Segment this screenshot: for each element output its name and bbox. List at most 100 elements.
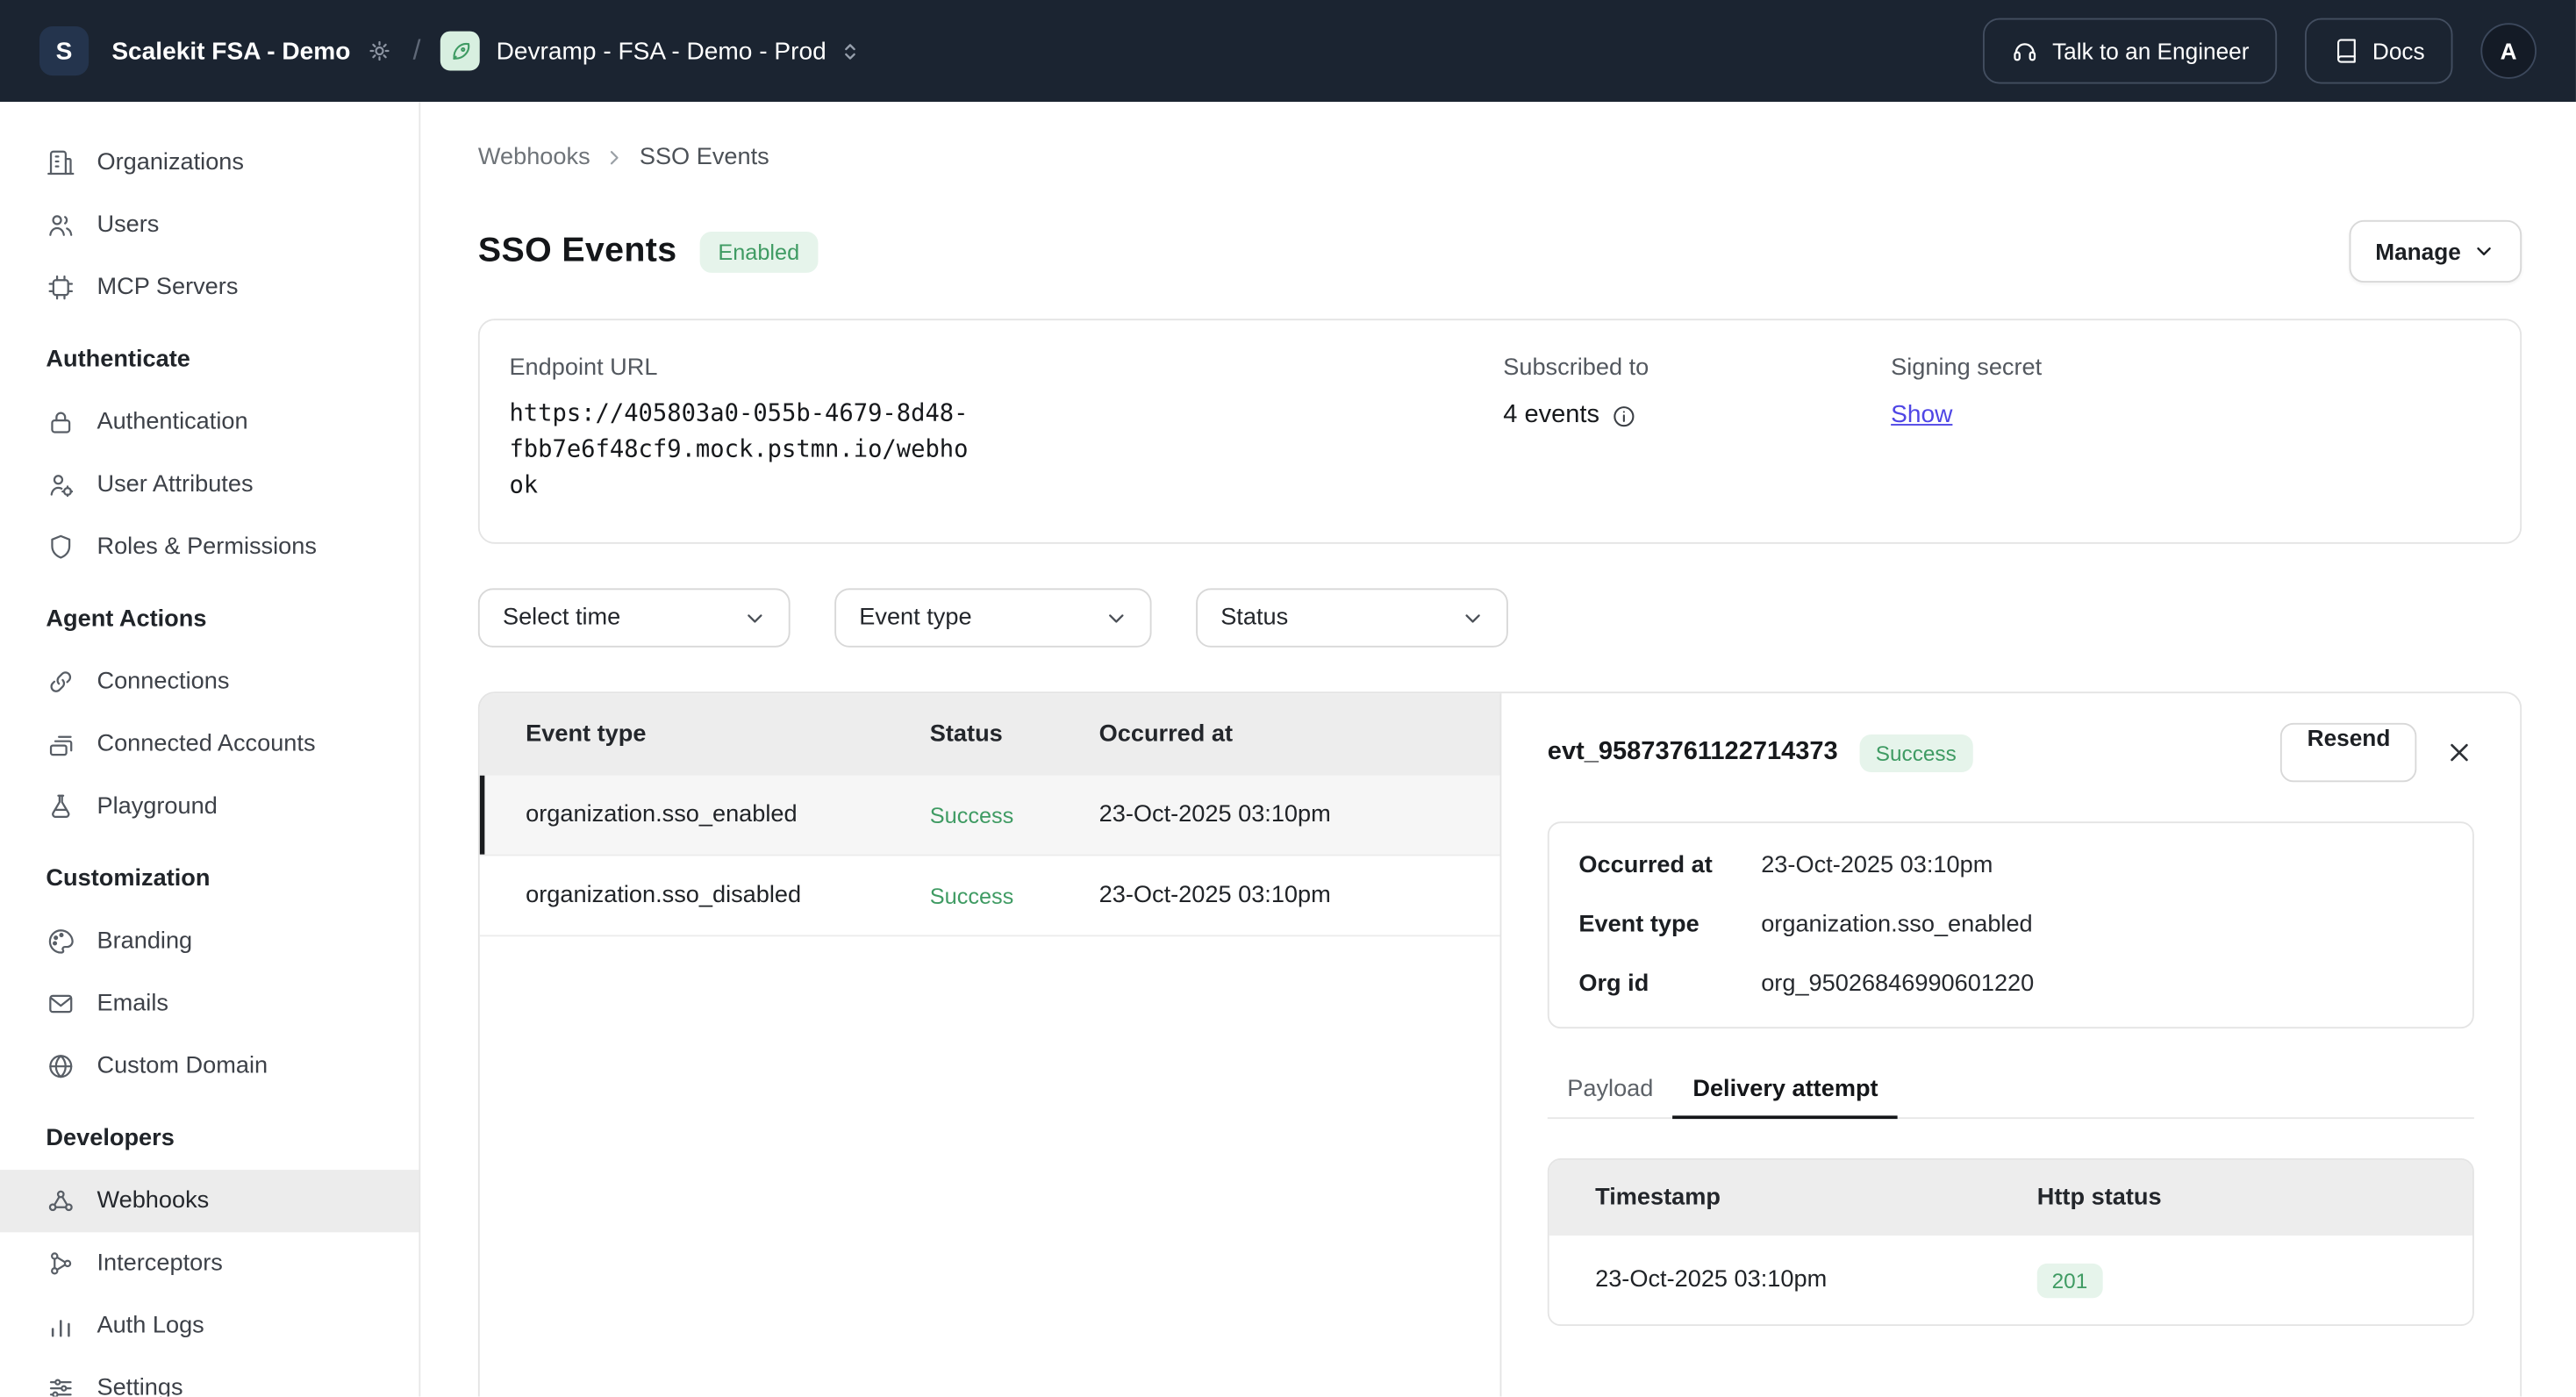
avatar-letter: A: [2501, 38, 2517, 64]
sidebar-item-label: Organizations: [97, 149, 244, 176]
scalekit-logo: S: [39, 26, 89, 75]
cell-occurred-at: 23-Oct-2025 03:10pm: [1099, 802, 1500, 828]
field-value: organization.sso_enabled: [1761, 913, 2032, 939]
field-label: Event type: [1578, 913, 1761, 939]
sidebar-item-label: MCP Servers: [97, 275, 238, 301]
sidebar-item-organizations[interactable]: Organizations: [0, 132, 419, 194]
table-row[interactable]: organization.sso_enabled Success 23-Oct-…: [480, 776, 1500, 856]
environment-tile: [440, 32, 480, 71]
sidebar-item-webhooks[interactable]: Webhooks: [0, 1170, 419, 1232]
sidebar-item-label: Authentication: [97, 409, 247, 435]
detail-tabs: Payload Delivery attempt: [1548, 1062, 2474, 1120]
cell-event-type: organization.sso_disabled: [480, 883, 930, 909]
detail-header: evt_95873761122714373 Success Resend: [1548, 723, 2474, 782]
main-content: Webhooks SSO Events SSO Events Enabled M…: [420, 102, 2576, 1396]
shield-icon: [46, 533, 75, 562]
resend-button[interactable]: Resend: [2281, 723, 2417, 782]
sidebar-item-settings[interactable]: Settings: [0, 1358, 419, 1397]
cell-occurred-at: 23-Oct-2025 03:10pm: [1099, 883, 1500, 909]
event-id: evt_95873761122714373: [1548, 738, 1838, 768]
settings-icon: [46, 1373, 75, 1396]
status-filter-value: Status: [1220, 605, 1288, 632]
environment-switcher[interactable]: [838, 39, 862, 63]
auth-logs-icon: [46, 1311, 75, 1341]
time-filter-select[interactable]: Select time: [478, 589, 791, 648]
tab-delivery-attempt[interactable]: Delivery attempt: [1673, 1062, 1898, 1118]
field-row: Event type organization.sso_enabled: [1549, 896, 2472, 955]
events-split-card: Event type Status Occurred at organizati…: [478, 692, 2522, 1397]
sidebar: Organizations Users MCP Servers Authenti…: [0, 102, 420, 1396]
sidebar-item-branding[interactable]: Branding: [0, 910, 419, 972]
close-detail-button[interactable]: [2444, 738, 2474, 768]
subscribed-value: 4 events: [1503, 401, 1599, 431]
sidebar-section-agent-actions: Agent Actions: [0, 588, 419, 650]
filter-row: Select time Event type Status: [478, 589, 2522, 648]
rocket-icon: [447, 39, 472, 63]
sidebar-item-users[interactable]: Users: [0, 194, 419, 256]
users-icon: [46, 211, 75, 240]
sidebar-item-interceptors[interactable]: Interceptors: [0, 1232, 419, 1294]
organizations-icon: [46, 148, 75, 178]
interceptors-icon: [46, 1249, 75, 1279]
sidebar-item-emails[interactable]: Emails: [0, 972, 419, 1035]
mcp-servers-icon: [46, 273, 75, 303]
sidebar-section-customization: Customization: [0, 848, 419, 910]
sidebar-item-label: Connected Accounts: [97, 731, 315, 757]
sidebar-item-authentication[interactable]: Authentication: [0, 391, 419, 454]
signing-secret-label: Signing secret: [1891, 355, 2490, 381]
events-table: Event type Status Occurred at organizati…: [480, 694, 1502, 1397]
title-row: SSO Events Enabled Manage: [478, 220, 2522, 283]
table-row[interactable]: organization.sso_disabled Success 23-Oct…: [480, 856, 1500, 937]
chevrons-up-down-icon: [838, 39, 862, 63]
status-filter-select[interactable]: Status: [1196, 589, 1508, 648]
field-label: Occurred at: [1578, 853, 1761, 879]
sidebar-item-roles-permissions[interactable]: Roles & Permissions: [0, 516, 419, 578]
column-header-occurred-at: Occurred at: [1099, 721, 1500, 748]
connections-icon: [46, 667, 75, 697]
sidebar-item-connected-accounts[interactable]: Connected Accounts: [0, 713, 419, 776]
sidebar-section-developers: Developers: [0, 1107, 419, 1170]
endpoint-url-label: Endpoint URL: [509, 355, 1503, 381]
sidebar-item-auth-logs[interactable]: Auth Logs: [0, 1294, 419, 1357]
talk-to-engineer-button[interactable]: Talk to an Engineer: [1983, 18, 2277, 84]
page-title: SSO Events: [478, 232, 677, 271]
docs-button[interactable]: Docs: [2305, 18, 2452, 84]
subscribed-info[interactable]: [1611, 404, 1635, 428]
event-fields-card: Occurred at 23-Oct-2025 03:10pm Event ty…: [1548, 822, 2474, 1029]
sidebar-item-connections[interactable]: Connections: [0, 650, 419, 713]
field-label: Org id: [1578, 971, 1761, 998]
field-value: 23-Oct-2025 03:10pm: [1761, 853, 1993, 879]
org-name: Scalekit FSA - Demo: [111, 37, 350, 65]
sidebar-item-mcp-servers[interactable]: MCP Servers: [0, 256, 419, 319]
sidebar-item-user-attributes[interactable]: User Attributes: [0, 454, 419, 516]
sidebar-item-label: Users: [97, 212, 159, 239]
manage-label: Manage: [2375, 238, 2461, 264]
user-attributes-icon: [46, 470, 75, 500]
subscribed-label: Subscribed to: [1503, 355, 1891, 381]
show-secret-link[interactable]: Show: [1891, 401, 1952, 429]
app-root: S Scalekit FSA - Demo / Devramp - FSA - …: [0, 0, 2576, 1397]
chevron-down-icon: [742, 605, 767, 630]
headset-icon: [2011, 37, 2039, 65]
logo-letter: S: [56, 37, 73, 65]
sidebar-item-playground[interactable]: Playground: [0, 776, 419, 838]
org-settings-button[interactable]: [367, 38, 393, 64]
manage-button[interactable]: Manage: [2349, 220, 2522, 283]
event-type-filter-select[interactable]: Event type: [834, 589, 1151, 648]
book-icon: [2333, 38, 2359, 64]
connected-accounts-icon: [46, 729, 75, 759]
chevron-down-icon: [1104, 605, 1128, 630]
sidebar-item-custom-domain[interactable]: Custom Domain: [0, 1035, 419, 1098]
webhooks-icon: [46, 1186, 75, 1216]
tab-payload[interactable]: Payload: [1548, 1062, 1673, 1118]
user-avatar[interactable]: A: [2480, 23, 2537, 79]
topbar: S Scalekit FSA - Demo / Devramp - FSA - …: [0, 0, 2576, 102]
subscribed-column: Subscribed to 4 events: [1503, 355, 1891, 505]
close-icon: [2444, 738, 2474, 768]
globe-icon: [46, 1051, 75, 1081]
docs-label: Docs: [2372, 38, 2425, 64]
sidebar-item-label: Roles & Permissions: [97, 534, 316, 561]
sidebar-item-label: Interceptors: [97, 1250, 222, 1277]
breadcrumb-webhooks[interactable]: Webhooks: [478, 145, 590, 171]
cell-status: Success: [930, 803, 1099, 827]
